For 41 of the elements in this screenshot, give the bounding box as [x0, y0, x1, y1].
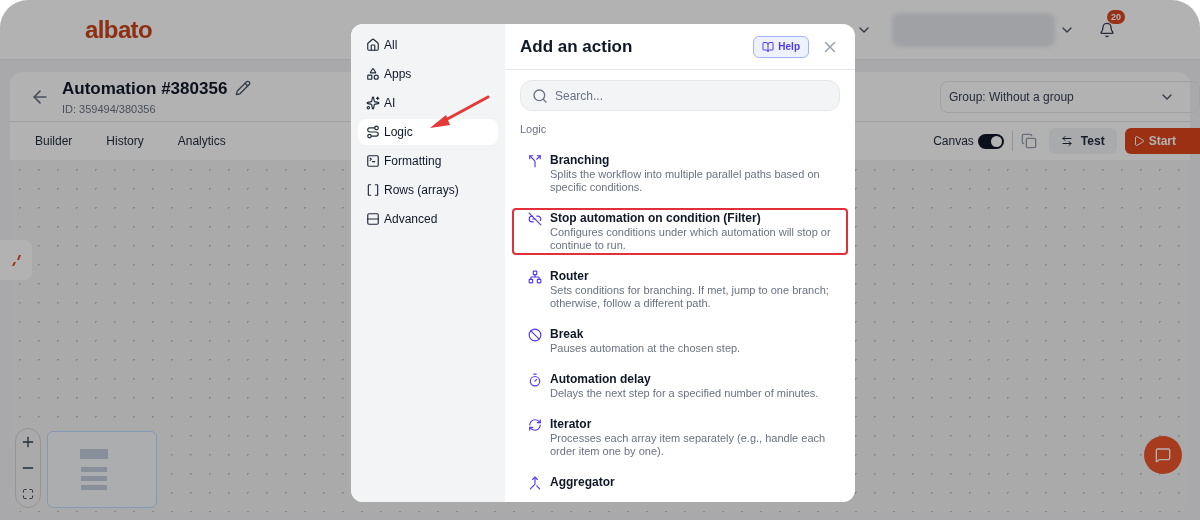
notification-badge: 20 [1107, 9, 1125, 24]
section-label: Logic [520, 122, 548, 137]
tab[interactable]: Analytics [167, 132, 236, 150]
category-item[interactable]: Advanced [358, 206, 498, 232]
action-name: Branching [550, 152, 611, 168]
action-item[interactable]: Branching Splits the workflow into multiple parallel paths based on specific conditions. [512, 149, 848, 197]
canvas-label: Canvas [933, 133, 974, 150]
logo[interactable]: albato [85, 11, 153, 48]
action-name: Iterator [550, 416, 593, 432]
action-name: Automation delay [550, 371, 652, 387]
category-item[interactable]: Rows (arrays) [358, 177, 498, 203]
automation-title: Automation #380356 [62, 77, 228, 100]
action-name: Router [550, 268, 590, 284]
action-description: Processes each array item separately (e.g., handle each order item one by one). [550, 431, 827, 458]
category-item[interactable]: AI [358, 90, 498, 116]
tab[interactable]: Builder [25, 132, 83, 150]
action-item[interactable]: Router Sets conditions for branching. If met, jump to one branch; otherwise, follow a different path. [512, 265, 848, 313]
test-button[interactable]: Test [1048, 128, 1117, 154]
search-field[interactable]: Search... [520, 80, 840, 111]
dialog-title: Add an action [520, 35, 634, 58]
action-item[interactable]: Break Pauses automation at the chosen step. [512, 323, 848, 358]
action-description: Pauses automation at the chosen step. [550, 341, 741, 355]
tab[interactable]: History [96, 132, 154, 150]
action-description: Sets conditions for branching. If met, jump to one branch; otherwise, follow a different path. [550, 283, 830, 310]
action-item[interactable]: Iterator Processes each array item separately (e.g., handle each order item one by one). [512, 413, 848, 461]
action-item[interactable]: Aggregator [512, 471, 848, 493]
action-name: Break [550, 326, 585, 342]
category-item[interactable]: All [358, 32, 498, 58]
action-description: Splits the workflow into multiple parallel paths based on specific conditions. [550, 167, 821, 194]
action-item[interactable]: Automation delay Delays the next step for a specified number of minutes. [512, 368, 848, 403]
category-item[interactable]: Formatting [358, 148, 498, 174]
category-item[interactable]: Logic [358, 119, 498, 145]
group-select[interactable]: Group: Without a group [940, 80, 1200, 113]
help-button[interactable]: Help [753, 35, 809, 58]
action-description: Configures conditions under which automation will stop or continue to run. [550, 225, 832, 252]
action-name: Stop automation on condition (Filter) [550, 210, 762, 226]
category-item[interactable]: Apps [358, 61, 498, 87]
action-name: Aggregator [550, 474, 615, 490]
action-description: Delays the next step for a specified number of minutes. [550, 386, 819, 400]
action-item[interactable]: Stop automation on condition (Filter) Configures conditions under which automation will stop or continue to run. [512, 207, 848, 255]
automation-id: ID: 359494/380356 [62, 102, 157, 117]
